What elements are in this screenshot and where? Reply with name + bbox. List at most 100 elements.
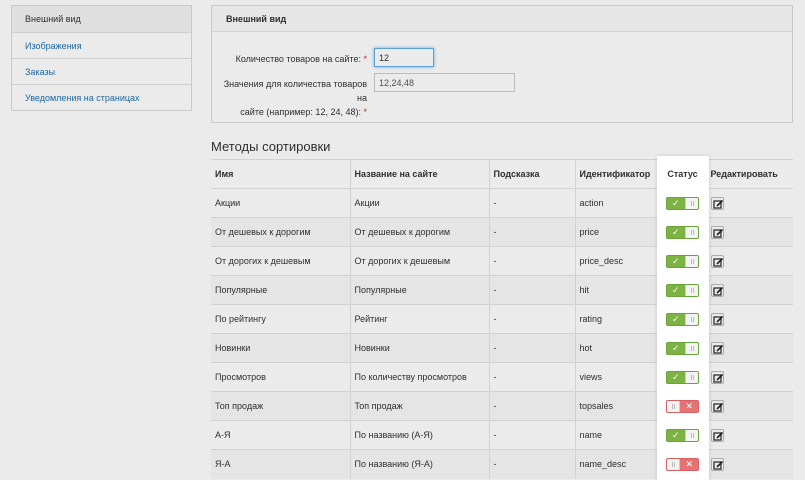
products-values-label-line1: Значения для количества товаров на [223,79,367,103]
status-toggle-off[interactable]: ✕ [666,457,699,471]
cell-edit [705,275,793,305]
status-toggle-on[interactable]: ✓ [666,341,699,355]
sidebar-item-orders[interactable]: Заказы [12,58,191,84]
edit-icon [712,257,723,267]
edit-icon [712,344,723,354]
edit-button[interactable] [710,254,724,268]
edit-button[interactable] [710,370,724,384]
cell-status: ✓ [658,420,706,450]
cell-identifier: rating [574,304,659,334]
check-icon: ✓ [672,255,680,266]
sidebar-item-images[interactable]: Изображения [12,32,191,58]
edit-button[interactable] [710,225,724,239]
status-toggle-on[interactable]: ✓ [666,225,699,239]
cell-edit [705,391,793,421]
panel-title: Внешний вид [212,6,792,32]
cell-hint: - [488,275,575,305]
cell-status: ✓ [658,188,706,218]
cell-hint: - [488,362,575,392]
toggle-knob [685,342,698,354]
products-values-row: Значения для количества товаров на сайте… [212,72,792,117]
col-header-status: Статус [658,159,706,189]
cell-edit [705,246,793,276]
status-toggle-on[interactable]: ✓ [666,283,699,297]
cell-edit [705,362,793,392]
grip-icon [672,461,675,467]
cell-name: От дешевых к дорогим [211,217,350,247]
cell-site-name: Новинки [349,333,489,363]
toggle-knob [685,197,698,209]
products-count-label: Количество товаров на сайте: * [236,52,367,66]
grip-icon [691,200,694,206]
sidebar-item-notifications[interactable]: Уведомления на страницах [12,84,191,110]
cell-status: ✕ [658,391,706,421]
grip-icon [691,432,694,438]
sorting-table-body: Акции Акции - action ✓ От дешевых к дорогим От… [211,188,793,479]
table-row: Я-А По названию (Я-А) - name_desc ✕ [211,449,793,479]
cell-hint: - [488,449,575,479]
check-icon: ✓ [672,197,680,208]
edit-icon [712,315,723,325]
status-toggle-on[interactable]: ✓ [666,312,699,326]
toggle-knob [685,255,698,267]
check-icon: ✓ [672,226,680,237]
edit-icon [712,199,723,209]
cell-hint: - [488,246,575,276]
edit-button[interactable] [710,428,724,442]
cell-hint: - [488,217,575,247]
edit-icon [712,402,723,412]
check-icon: ✓ [672,313,680,324]
cell-identifier: action [574,188,659,218]
grip-icon [691,258,694,264]
status-toggle-on[interactable]: ✓ [666,370,699,384]
toggle-knob [685,371,698,383]
close-icon: ✕ [685,400,693,411]
cell-name: Популярные [211,275,350,305]
cell-name: Новинки [211,333,350,363]
status-toggle-on[interactable]: ✓ [666,254,699,268]
col-header-identifier: Идентификатор [574,159,659,189]
grip-icon [691,345,694,351]
sidebar-item-appearance[interactable]: Внешний вид [12,6,191,32]
status-toggle-on[interactable]: ✓ [666,196,699,210]
products-count-input[interactable] [374,48,434,67]
check-icon: ✓ [672,429,680,440]
cell-site-name: По названию (А-Я) [349,420,489,450]
grip-icon [672,403,675,409]
cell-name: По рейтингу [211,304,350,334]
cell-site-name: Популярные [349,275,489,305]
edit-button[interactable] [710,399,724,413]
products-count-label-text: Количество товаров на сайте: [235,54,361,64]
toggle-knob [667,458,680,470]
check-icon: ✓ [672,342,680,353]
cell-edit [705,217,793,247]
status-toggle-off[interactable]: ✕ [666,399,699,413]
table-row: Просмотров По количеству просмотров - views… [211,362,793,392]
cell-identifier: topsales [574,391,659,421]
edit-button[interactable] [710,457,724,471]
cell-site-name: Рейтинг [349,304,489,334]
cell-hint: - [488,188,575,218]
cell-name: А-Я [211,420,350,450]
edit-button[interactable] [710,283,724,297]
products-values-input[interactable] [374,73,515,92]
grip-icon [691,316,694,322]
toggle-knob [685,226,698,238]
sorting-table: Имя Название на сайте Подсказка Идентифи… [211,159,793,479]
status-toggle-on[interactable]: ✓ [666,428,699,442]
table-row: Новинки Новинки - hot ✓ [211,333,793,363]
required-mark: * [363,107,367,117]
cell-site-name: По названию (Я-А) [349,449,489,479]
cell-hint: - [488,333,575,363]
close-icon: ✕ [685,458,693,469]
edit-button[interactable] [710,312,724,326]
col-header-name: Имя [211,159,350,189]
cell-edit [705,333,793,363]
edit-icon [712,431,723,441]
required-mark: * [363,54,367,64]
table-row: От дешевых к дорогим От дешевых к дорогим… [211,217,793,247]
edit-button[interactable] [710,341,724,355]
cell-edit [705,304,793,334]
edit-button[interactable] [710,196,724,210]
cell-identifier: name [574,420,659,450]
